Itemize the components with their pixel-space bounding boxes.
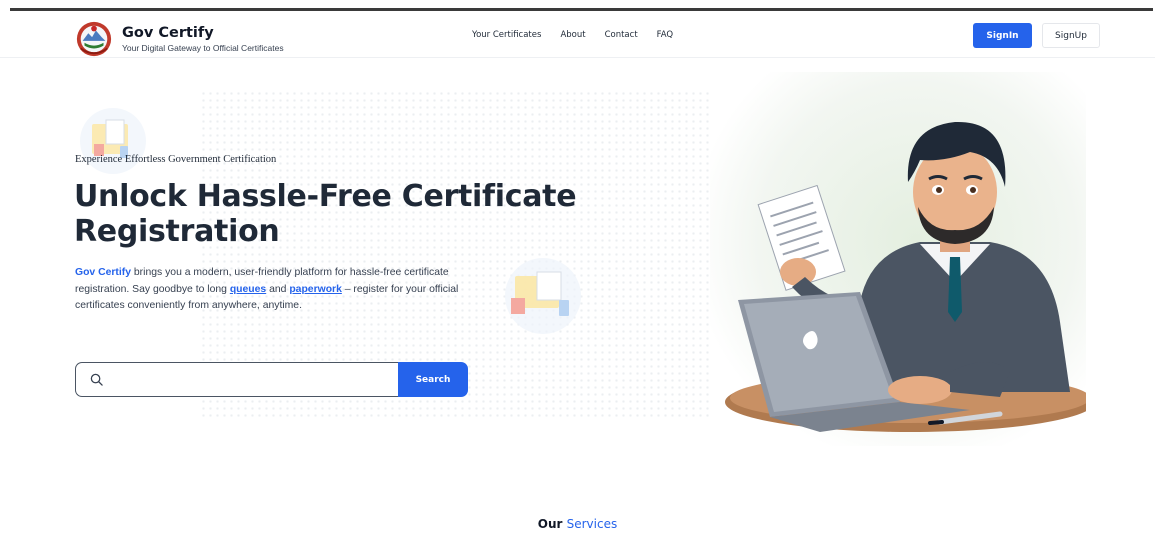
main-nav: Your Certificates About Contact FAQ [472, 30, 673, 40]
services-word-1: Our [537, 517, 563, 531]
hero-headline: Unlock Hassle-Free Certificate Registrat… [74, 179, 674, 249]
document-icon [505, 258, 581, 334]
paperwork-link[interactable]: paperwork [289, 284, 342, 295]
nav-contact[interactable]: Contact [605, 30, 638, 40]
services-word-2: Services [566, 517, 618, 531]
headline-line-2: Registration [74, 214, 280, 249]
lead-text-2: and [266, 283, 290, 295]
queues-link[interactable]: queues [230, 284, 266, 295]
nav-faq[interactable]: FAQ [657, 30, 673, 40]
site-header: Gov Certify Your Digital Gateway to Offi… [0, 11, 1155, 58]
document-icon [80, 108, 146, 174]
headline-line-1: Unlock Hassle-Free Certificate [74, 179, 577, 214]
search-icon [90, 373, 103, 386]
services-heading: Our Services [0, 517, 1155, 531]
emblem-logo [76, 21, 112, 57]
brand-name: Gov Certify [122, 25, 214, 41]
brand-tagline: Your Digital Gateway to Official Certifi… [122, 43, 284, 53]
hero-illustration [710, 72, 1086, 446]
hero-description: Gov Certify brings you a modern, user-fr… [75, 265, 475, 315]
nav-about[interactable]: About [560, 30, 585, 40]
signin-button[interactable]: SignIn [973, 23, 1032, 48]
search-button[interactable]: Search [398, 362, 468, 397]
hero-eyebrow: Experience Effortless Government Certifi… [75, 154, 277, 165]
brand-link[interactable]: Gov Certify Your Digital Gateway to Offi… [75, 20, 284, 58]
nav-your-certificates[interactable]: Your Certificates [472, 30, 541, 40]
search-field-wrapper [75, 362, 398, 397]
brand-mention: Gov Certify [75, 267, 132, 278]
search-input[interactable] [111, 363, 398, 396]
search-bar: Search [75, 362, 468, 397]
signup-button[interactable]: SignUp [1042, 23, 1100, 48]
